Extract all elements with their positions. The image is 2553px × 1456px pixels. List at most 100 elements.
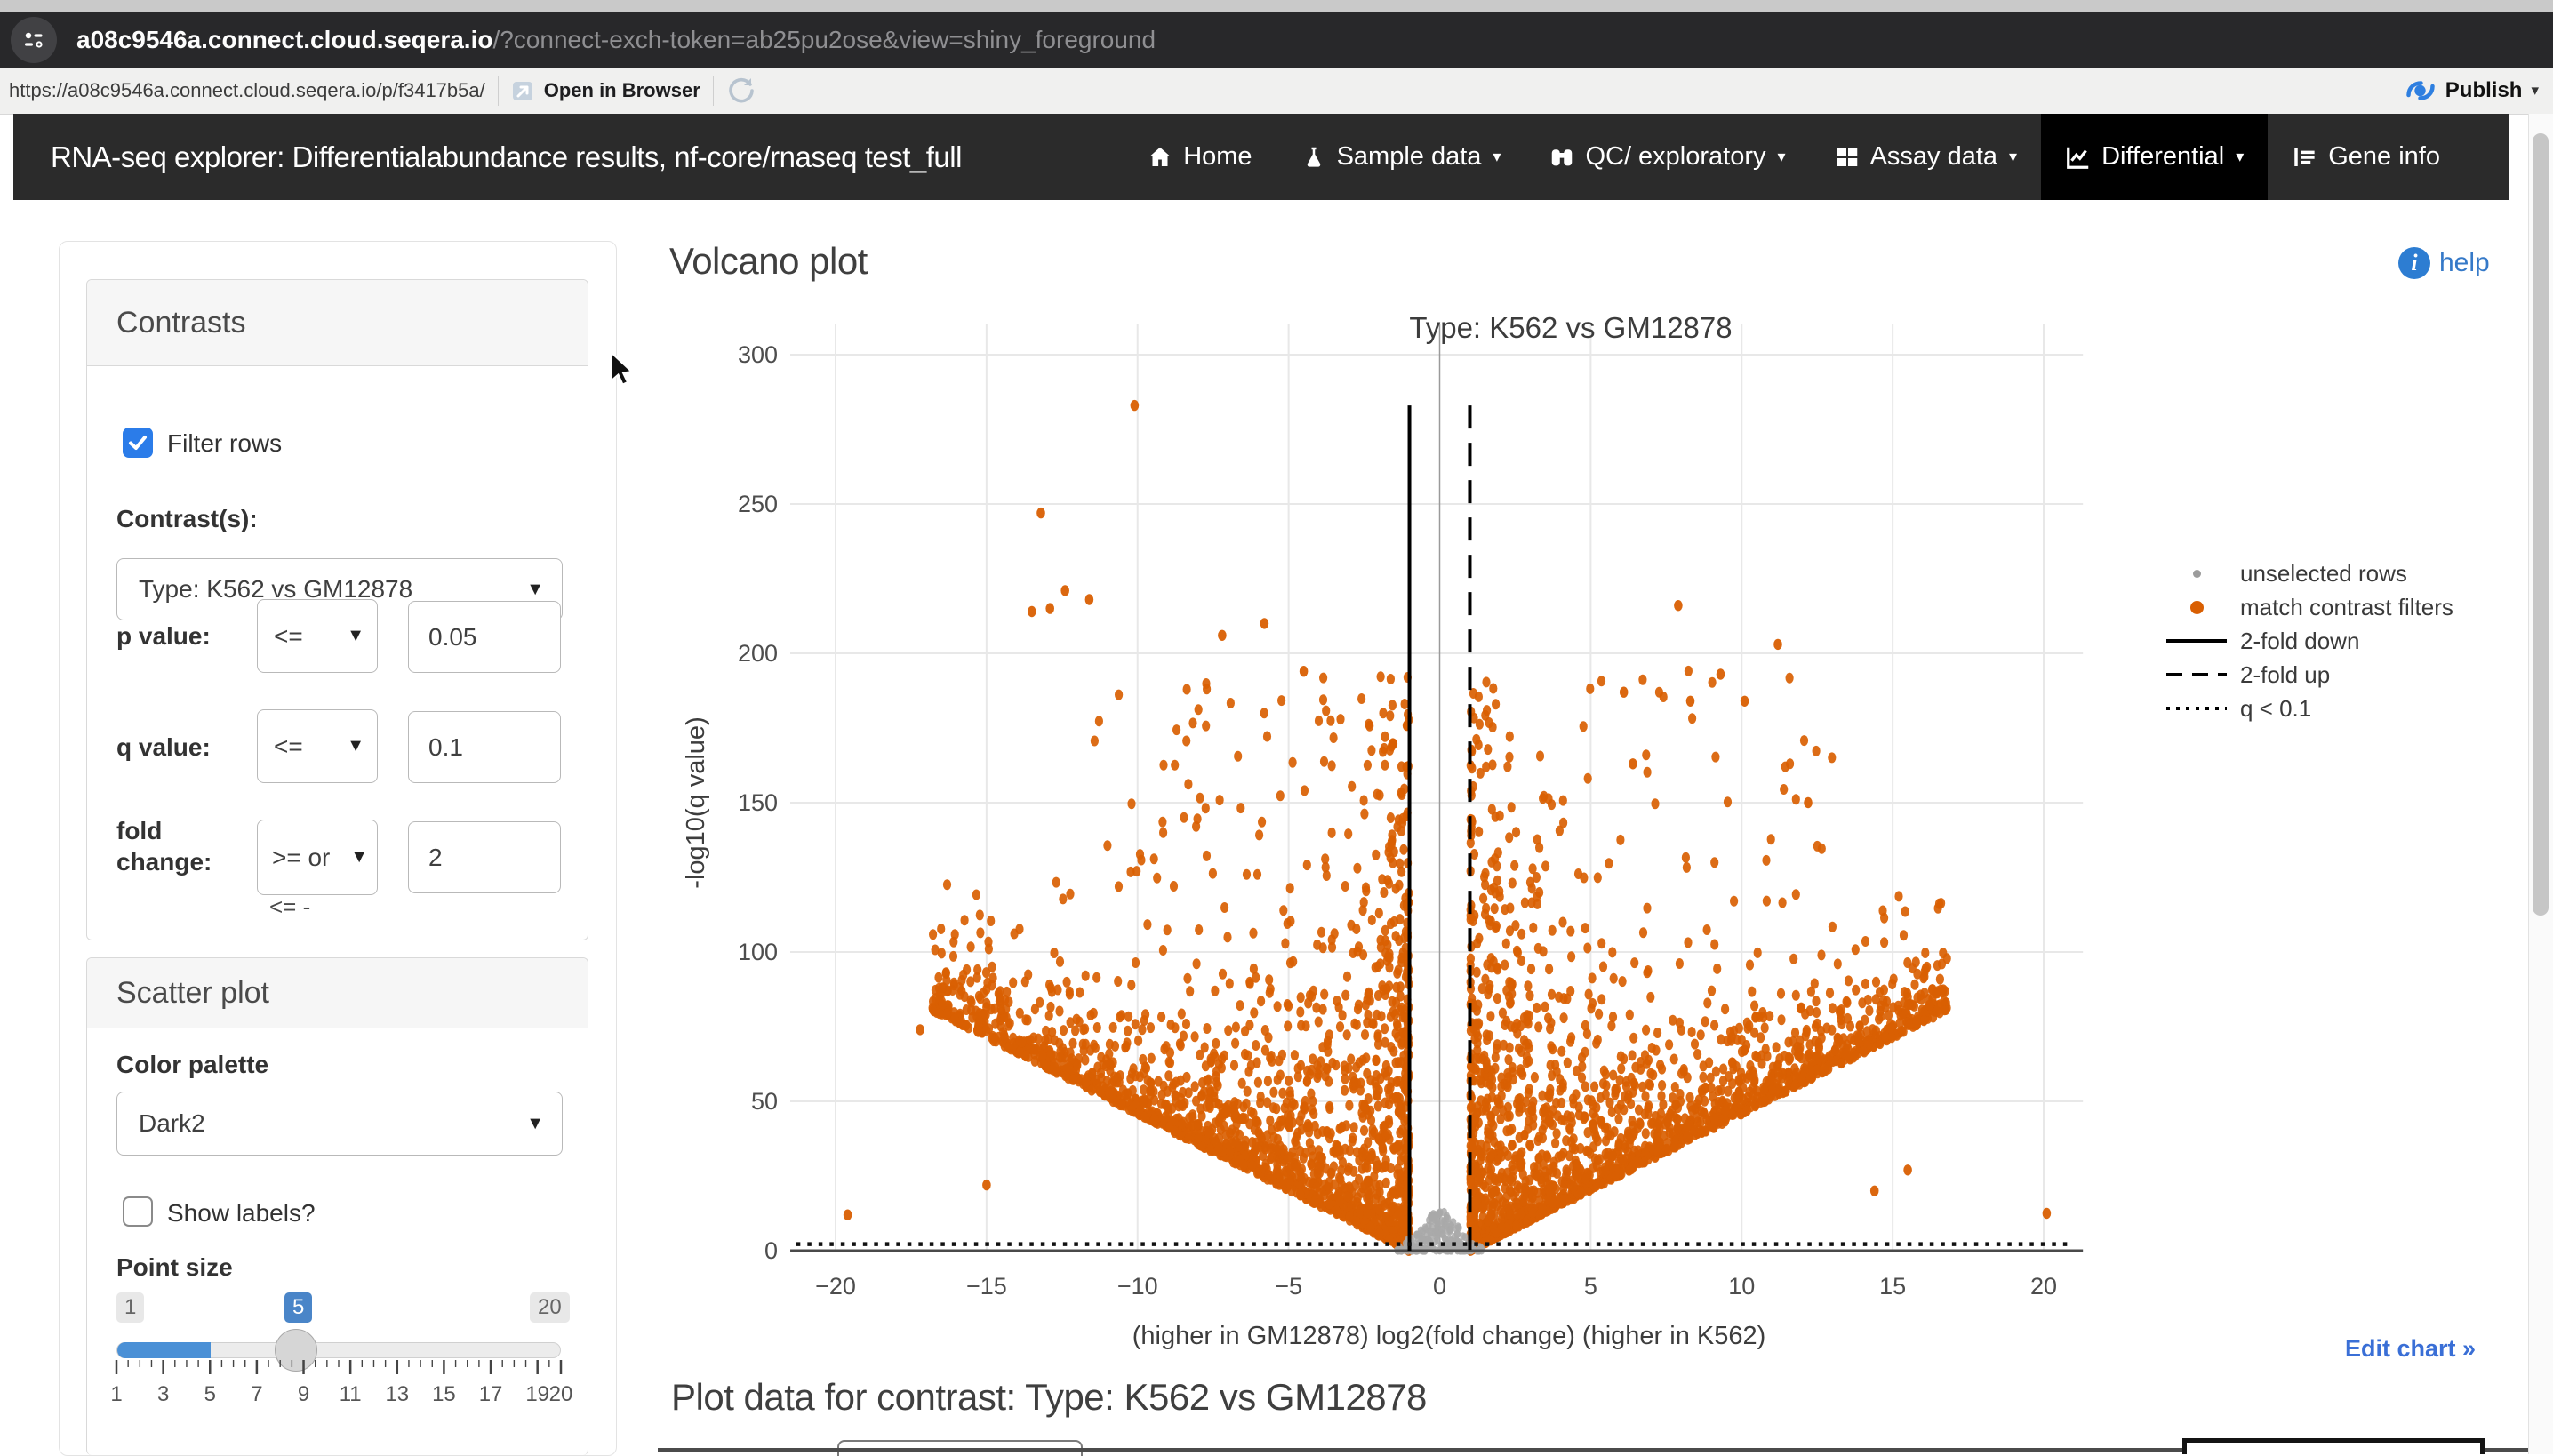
p-value-op-select[interactable]: <= ▼ xyxy=(257,599,378,673)
tab-glyph-icon xyxy=(21,28,46,52)
publish-button[interactable]: Publish ▾ xyxy=(2405,68,2539,114)
slider-min-badge: 1 xyxy=(116,1292,144,1323)
help-link[interactable]: i help xyxy=(2398,247,2490,279)
mouse-cursor xyxy=(610,352,645,393)
contrasts-panel: Contrasts Filter rows Contrast(s): Type:… xyxy=(86,279,588,940)
legend-label: match contrast filters xyxy=(2240,594,2453,621)
filter-rows-checkbox[interactable] xyxy=(123,428,153,458)
legend-marker xyxy=(2158,601,2235,614)
page-scrollbar[interactable] xyxy=(2528,114,2553,1454)
legend-label: q < 0.1 xyxy=(2240,695,2311,723)
legend-item-match-contrast-filters[interactable]: match contrast filters xyxy=(2158,590,2453,624)
chevron-down-icon: ▾ xyxy=(2236,148,2244,166)
nav-item-differential[interactable]: Differential▾ xyxy=(2041,114,2268,200)
svg-text:19: 19 xyxy=(525,1382,549,1406)
svg-text:10: 10 xyxy=(1728,1273,1755,1300)
legend-marker xyxy=(2158,570,2235,578)
open-in-new-icon xyxy=(511,79,535,103)
svg-text:11: 11 xyxy=(340,1382,362,1406)
fold-change-op-select[interactable]: >= or ▼ xyxy=(257,820,378,895)
svg-text:20: 20 xyxy=(549,1382,573,1406)
tab-url-host: a08c9546a.connect.cloud.seqera.io xyxy=(76,26,492,53)
fold-change-op: >= or xyxy=(258,844,330,872)
list-icon xyxy=(2292,144,2318,171)
toolbar-divider xyxy=(498,76,499,106)
legend-item-2-fold-up[interactable]: 2-fold up xyxy=(2158,658,2453,692)
legend-item-unselected-rows[interactable]: unselected rows xyxy=(2158,556,2453,590)
svg-text:5: 5 xyxy=(1584,1273,1597,1300)
chevron-down-icon: ▼ xyxy=(526,1114,544,1134)
q-value-input[interactable]: 0.1 xyxy=(408,711,561,783)
svg-text:−15: −15 xyxy=(966,1273,1007,1300)
nav-item-sample-data[interactable]: Sample data▾ xyxy=(1276,114,1525,200)
chart-line-icon xyxy=(2065,144,2092,171)
svg-text:20: 20 xyxy=(2030,1273,2057,1300)
svg-text:100: 100 xyxy=(738,939,778,965)
app-navbar: RNA-seq explorer: Differentialabundance … xyxy=(13,114,2509,200)
scatter-panel-title: Scatter plot xyxy=(87,958,588,1028)
p-value-input[interactable]: 0.05 xyxy=(408,601,561,673)
q-value-op-select[interactable]: <= ▼ xyxy=(257,709,378,783)
edit-chart-link[interactable]: Edit chart » xyxy=(2345,1335,2476,1363)
color-palette-label: Color palette xyxy=(116,1051,268,1079)
fold-change-value: 2 xyxy=(409,844,443,872)
legend-item-q-0-1[interactable]: q < 0.1 xyxy=(2158,692,2453,725)
nav-item-home[interactable]: Home xyxy=(1123,114,1276,200)
p-value-label: p value: xyxy=(116,622,211,651)
legend-item-2-fold-down[interactable]: 2-fold down xyxy=(2158,624,2453,658)
scatter-points xyxy=(844,400,2051,1256)
show-labels-label[interactable]: Show labels? xyxy=(167,1199,316,1228)
svg-text:Type: K562 vs GM12878: Type: K562 vs GM12878 xyxy=(1409,311,1732,344)
browser-tab-bar: a08c9546a.connect.cloud.seqera.io/?conne… xyxy=(0,12,2553,68)
open-in-browser-label: Open in Browser xyxy=(544,79,700,102)
svg-text:−20: −20 xyxy=(815,1273,856,1300)
plot-legend: unselected rows match contrast filters 2-f… xyxy=(2158,556,2453,725)
svg-text:3: 3 xyxy=(157,1382,169,1406)
fold-change-input[interactable]: 2 xyxy=(408,821,561,893)
q-value-value: 0.1 xyxy=(409,733,463,762)
point-size-slider-track[interactable] xyxy=(116,1342,561,1358)
svg-text:13: 13 xyxy=(385,1382,409,1406)
svg-text:50: 50 xyxy=(751,1088,778,1115)
page-title: Volcano plot xyxy=(669,240,868,283)
nav-item-label: Gene info xyxy=(2328,142,2440,172)
svg-text:17: 17 xyxy=(479,1382,503,1406)
svg-text:1: 1 xyxy=(110,1382,122,1406)
scrollbar-thumb[interactable] xyxy=(2533,133,2549,916)
legend-marker xyxy=(2158,705,2235,712)
nav-item-gene-info[interactable]: Gene info xyxy=(2268,114,2464,200)
chevron-down-icon: ▼ xyxy=(347,736,364,756)
help-label: help xyxy=(2439,248,2490,278)
nav-item-label: QC/ exploratory xyxy=(1585,142,1765,172)
tab-url[interactable]: a08c9546a.connect.cloud.seqera.io/?conne… xyxy=(76,26,1156,54)
svg-text:200: 200 xyxy=(738,640,778,667)
q-value-op: <= xyxy=(258,732,303,761)
slider-value-badge: 5 xyxy=(284,1292,312,1323)
table-search-box[interactable] xyxy=(2182,1438,2485,1454)
window-top-strip xyxy=(0,0,2553,12)
fold-change-op-overflow: <= - xyxy=(269,893,310,921)
browser-toolbar: https://a08c9546a.connect.cloud.seqera.i… xyxy=(0,68,2553,115)
show-labels-checkbox[interactable] xyxy=(123,1196,153,1227)
contrasts-panel-title: Contrasts xyxy=(87,280,588,366)
flask-icon xyxy=(1301,144,1327,171)
slider-max-badge: 20 xyxy=(530,1292,570,1323)
point-size-label: Point size xyxy=(116,1253,233,1282)
p-value-op: <= xyxy=(258,622,303,651)
volcano-plot[interactable]: 050100150200250300−20−15−10−505101520Typ… xyxy=(677,295,2153,1380)
color-palette-select[interactable]: Dark2 ▼ xyxy=(116,1092,563,1156)
address-url[interactable]: https://a08c9546a.connect.cloud.seqera.i… xyxy=(9,79,485,102)
nav-item-label: Sample data xyxy=(1337,142,1482,172)
tab-overview-icon[interactable] xyxy=(11,17,57,63)
open-in-browser-button[interactable]: Open in Browser xyxy=(511,79,700,103)
contrast-label: Contrast(s): xyxy=(116,505,258,533)
chevron-down-icon: ▼ xyxy=(347,626,364,646)
publish-caret-icon: ▾ xyxy=(2531,82,2539,100)
nav-item-label: Assay data xyxy=(1870,142,1997,172)
nav-item-assay-data[interactable]: Assay data ▾ xyxy=(1810,114,2042,200)
chevron-down-icon: ▾ xyxy=(2009,148,2017,166)
chevron-down-icon: ▼ xyxy=(350,847,368,868)
filter-rows-label[interactable]: Filter rows xyxy=(167,429,282,458)
nav-item-qc-exploratory[interactable]: QC/ exploratory▾ xyxy=(1525,114,1809,200)
refresh-icon[interactable] xyxy=(726,76,756,106)
